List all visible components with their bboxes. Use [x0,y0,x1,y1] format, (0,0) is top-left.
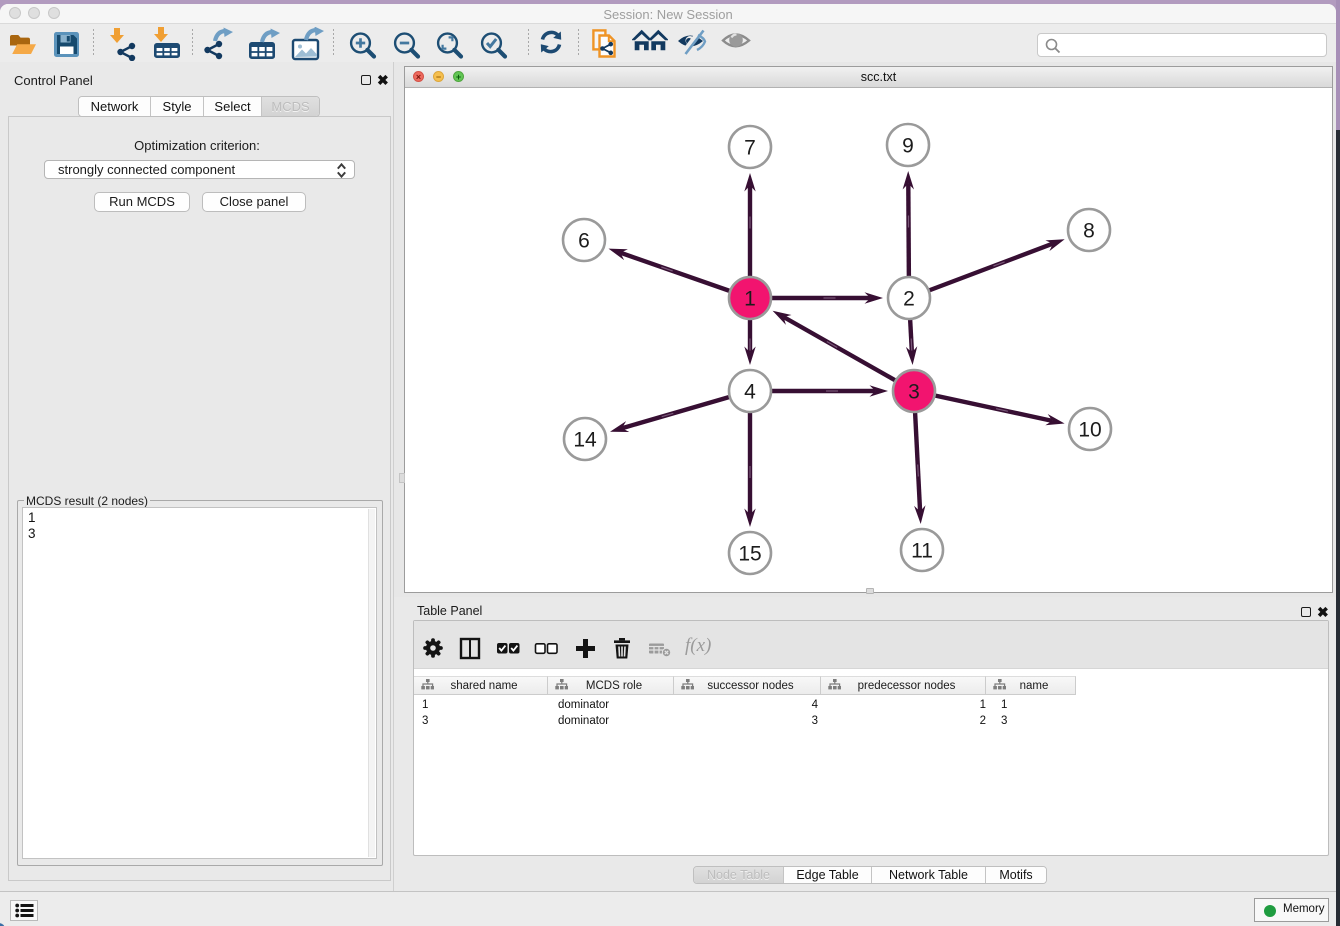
svg-text:4: 4 [744,381,756,404]
svg-text:8: 8 [1083,220,1095,243]
svg-text:7: 7 [744,137,756,160]
svg-text:3: 3 [908,381,920,404]
svg-text:6: 6 [578,230,590,253]
svg-text:15: 15 [738,543,761,566]
svg-text:2: 2 [903,288,915,311]
svg-text:11: 11 [911,540,933,563]
svg-text:1: 1 [744,288,756,311]
svg-text:9: 9 [902,135,914,158]
svg-text:14: 14 [573,429,597,452]
svg-text:10: 10 [1078,419,1101,442]
